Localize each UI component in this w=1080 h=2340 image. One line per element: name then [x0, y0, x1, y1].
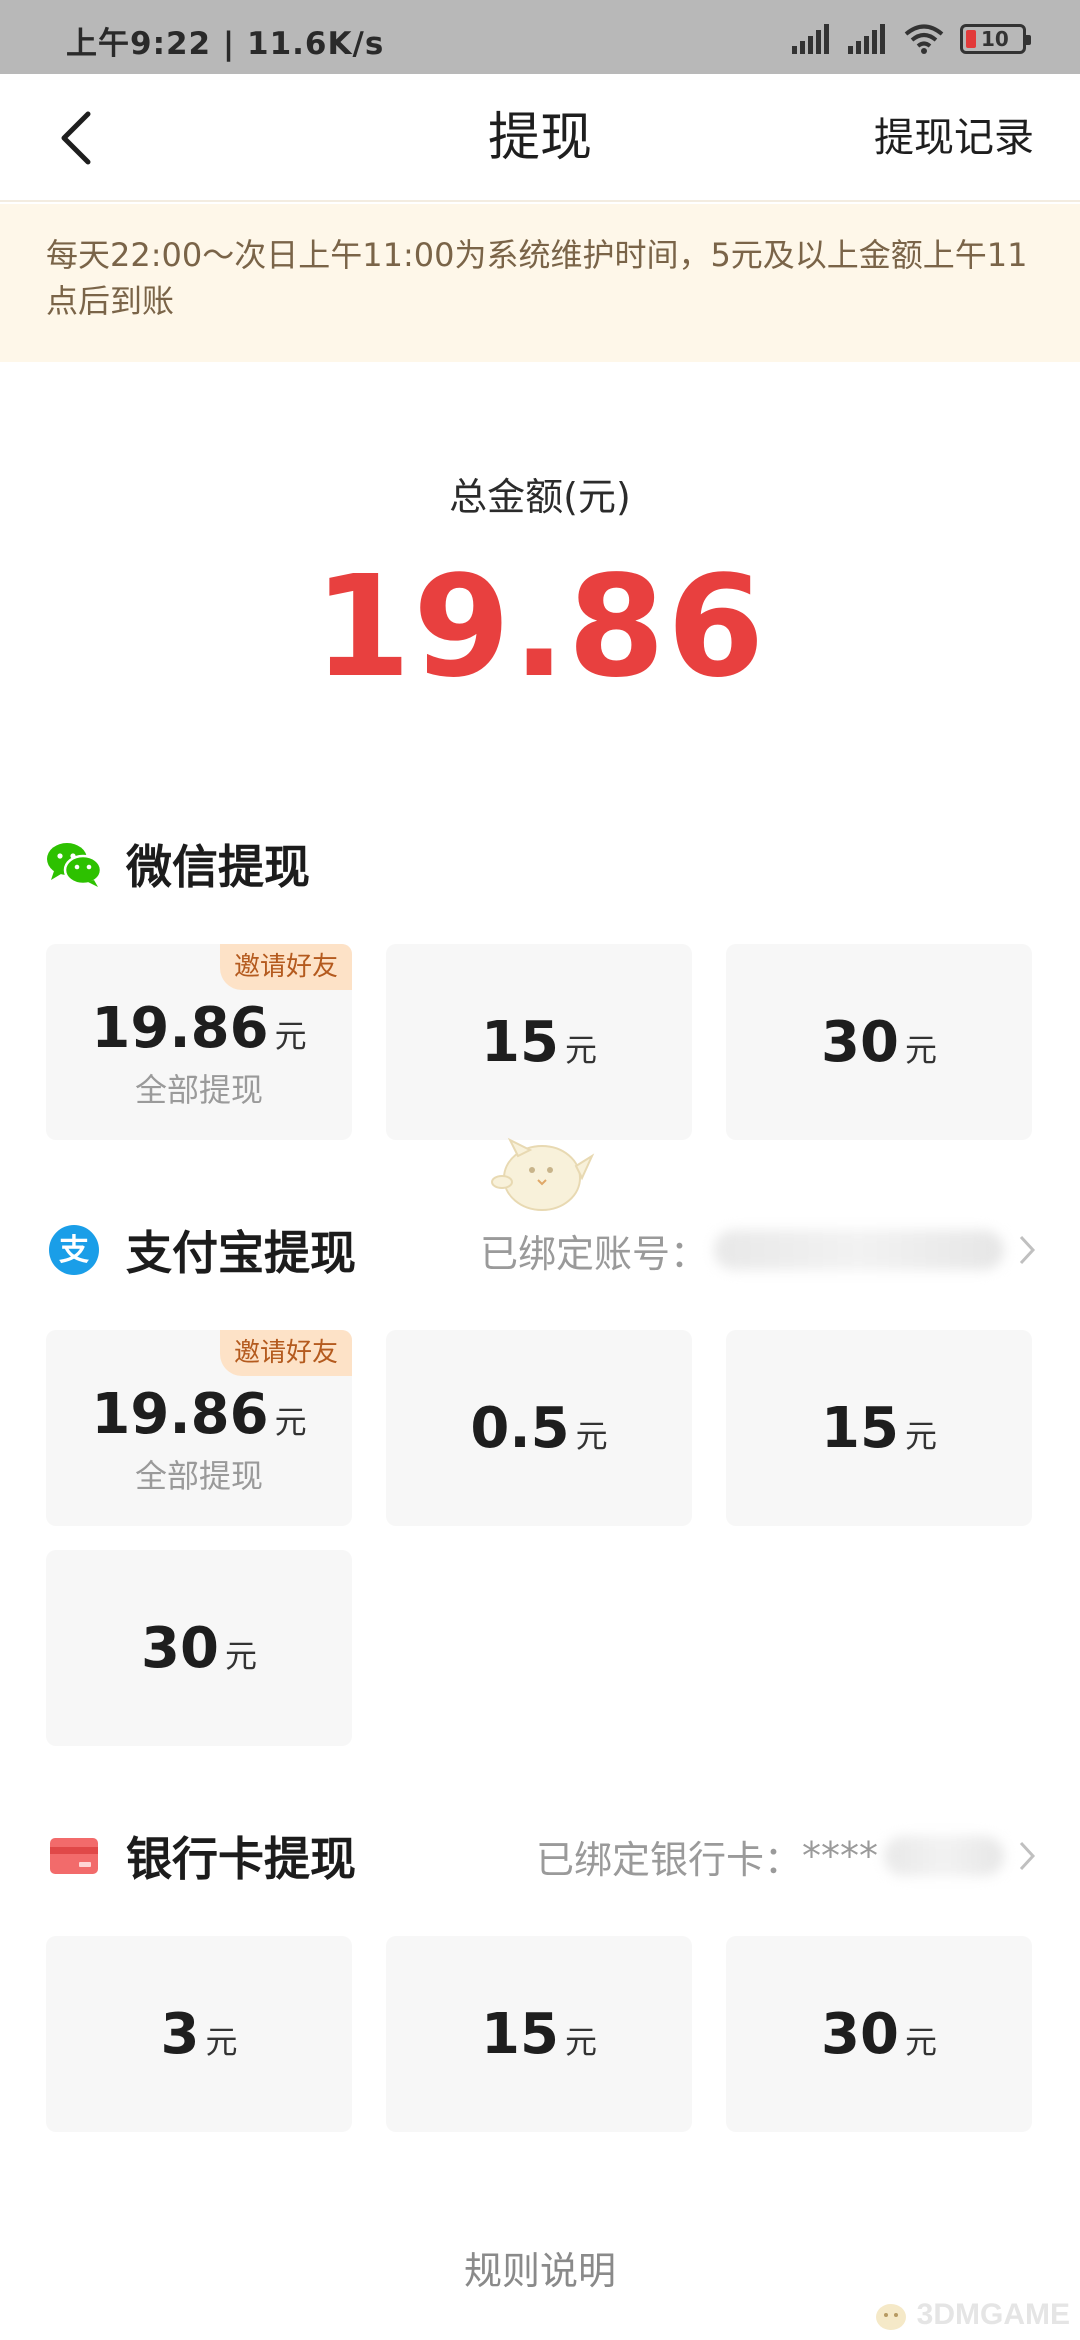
- withdraw-all-label: 全部提现: [134, 1456, 263, 1495]
- amount-value: 15: [481, 1009, 559, 1075]
- alipay-option-all[interactable]: 邀请好友 19.86 元 全部提现: [46, 1330, 352, 1526]
- wechat-option-30[interactable]: 30 元: [726, 944, 1032, 1140]
- bank-option-30[interactable]: 30 元: [726, 1936, 1032, 2132]
- amount-unit: 元: [274, 1016, 307, 1055]
- total-amount-label: 总金额(元): [449, 475, 631, 519]
- alipay-section-title: 支付宝提现: [126, 1226, 356, 1280]
- amount-unit: 元: [205, 2022, 238, 2061]
- mascot-watermark-icon: [488, 1126, 596, 1222]
- bank-card-icon: [46, 1828, 102, 1884]
- alipay-option-0-5[interactable]: 0.5 元: [386, 1330, 692, 1526]
- bank-option-15[interactable]: 15 元: [386, 1936, 692, 2132]
- alipay-bound-label: 已绑定账号：: [479, 1231, 708, 1276]
- battery-level: 10: [981, 27, 1009, 51]
- amount-unit: 元: [564, 1030, 597, 1069]
- wechat-section-title: 微信提现: [126, 840, 310, 894]
- withdraw-record-link[interactable]: 提现记录: [874, 112, 1034, 164]
- wechat-option-15[interactable]: 15 元: [386, 944, 692, 1140]
- masked-card-number: [884, 1836, 1004, 1876]
- chevron-right-icon: [1019, 1841, 1036, 1871]
- amount-unit: 元: [224, 1636, 257, 1675]
- invite-friends-badge: 邀请好友: [219, 1330, 352, 1376]
- signal-icon: [792, 24, 829, 54]
- withdraw-all-label: 全部提现: [134, 1070, 263, 1109]
- wechat-icon: [46, 836, 102, 892]
- wechat-section-header: 微信提现: [46, 828, 1036, 900]
- amount-unit: 元: [904, 1416, 937, 1455]
- amount-value: 30: [821, 2001, 899, 2067]
- amount-value: 19.86: [91, 1381, 269, 1447]
- amount-value: 15: [821, 1395, 899, 1461]
- status-icons: 10: [792, 22, 1031, 56]
- amount-value: 19.86: [91, 995, 269, 1061]
- svg-text:支: 支: [59, 1233, 89, 1268]
- amount-value: 15: [481, 2001, 559, 2067]
- nav-bar: 提现 提现记录: [0, 74, 1080, 202]
- amount-unit: 元: [564, 2022, 597, 2061]
- mascot-logo-icon: [875, 2304, 906, 2330]
- bank-section-title: 银行卡提现: [126, 1832, 356, 1886]
- site-watermark: 3DMGAME: [871, 2298, 1070, 2332]
- wechat-option-all[interactable]: 邀请好友 19.86 元 全部提现: [46, 944, 352, 1140]
- alipay-icon: 支: [46, 1222, 102, 1278]
- bank-bound-label: 已绑定银行卡：: [535, 1837, 802, 1882]
- amount-value: 0.5: [470, 1395, 570, 1461]
- alipay-option-30[interactable]: 30 元: [46, 1550, 352, 1746]
- amount-unit: 元: [904, 2022, 937, 2061]
- amount-unit: 元: [904, 1030, 937, 1069]
- amount-unit: 元: [274, 1402, 307, 1441]
- battery-icon: 10: [960, 24, 1031, 54]
- alipay-option-15[interactable]: 15 元: [726, 1330, 1032, 1526]
- total-amount-value: 19.86: [313, 546, 767, 709]
- watermark-text: 3DMGAME: [916, 2298, 1070, 2331]
- chevron-right-icon: [1019, 1235, 1036, 1265]
- bank-option-3[interactable]: 3 元: [46, 1936, 352, 2132]
- bank-card-mask: ****: [802, 1834, 878, 1878]
- masked-account: [714, 1230, 1004, 1270]
- amount-value: 30: [821, 1009, 899, 1075]
- maintenance-notice: 每天22:00～次日上午11:00为系统维护时间，5元及以上金额上午11点后到账: [0, 204, 1080, 362]
- amount-unit: 元: [575, 1416, 608, 1455]
- status-time-speed: 上午9:22 | 11.6K/s: [66, 26, 385, 62]
- signal-icon-2: [848, 24, 885, 54]
- amount-value: 30: [141, 1615, 219, 1681]
- alipay-bound-account[interactable]: 已绑定账号：: [480, 1214, 1036, 1286]
- bank-bound-card[interactable]: 已绑定银行卡： ****: [536, 1820, 1036, 1892]
- alipay-section-header: 支 支付宝提现 已绑定账号：: [46, 1214, 1036, 1286]
- status-bar: 上午9:22 | 11.6K/s 10: [0, 0, 1080, 74]
- rules-link[interactable]: 规则说明: [0, 2240, 1080, 2295]
- wifi-icon: [904, 24, 944, 54]
- bank-section-header: 银行卡提现 已绑定银行卡： ****: [46, 1820, 1036, 1892]
- amount-value: 3: [160, 2001, 200, 2067]
- invite-friends-badge: 邀请好友: [219, 944, 352, 990]
